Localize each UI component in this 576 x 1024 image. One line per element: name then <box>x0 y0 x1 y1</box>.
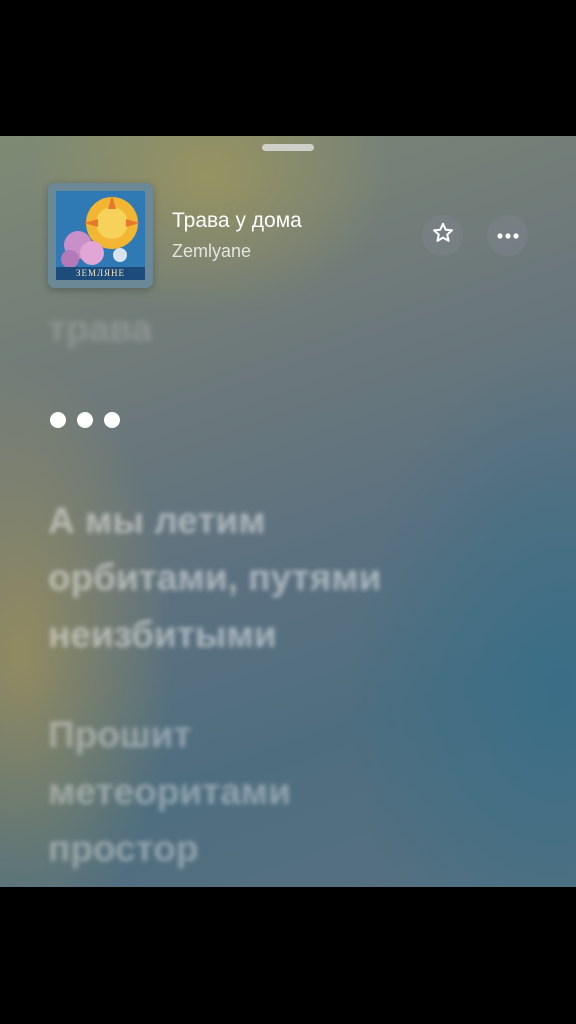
three-dots-indicator <box>50 412 120 428</box>
interlude-dot <box>77 412 93 428</box>
lyric-previous-line[interactable]: трава <box>48 300 152 357</box>
top-black-bar <box>0 0 576 136</box>
lyric-line[interactable]: Прошит метеоритами простор <box>48 706 291 877</box>
album-artwork[interactable]: ЗЕМЛЯНЕ <box>48 183 153 288</box>
track-title[interactable]: Трава у дома <box>172 209 302 233</box>
track-artist[interactable]: Zemlyane <box>172 241 251 262</box>
lyric-text: простор <box>48 828 199 869</box>
favorite-button[interactable] <box>422 215 463 256</box>
now-playing-lyrics-sheet: ЗЕМЛЯНЕ Трава у дома Zemlyane трава А мы… <box>0 136 576 887</box>
lyric-text: орбитами, путями <box>48 557 382 598</box>
now-playing-header: ЗЕМЛЯНЕ Трава у дома Zemlyane <box>0 136 576 296</box>
interlude-dot <box>104 412 120 428</box>
star-outline-icon <box>431 221 455 250</box>
lyric-text: метеоритами <box>48 771 291 812</box>
lyric-text: неизбитыми <box>48 614 277 655</box>
lyric-text: Прошит <box>48 714 192 755</box>
interlude-dot <box>50 412 66 428</box>
ellipsis-icon <box>496 227 520 245</box>
lyric-line[interactable]: А мы летим орбитами, путями неизбитыми <box>48 492 381 663</box>
album-artwork-caption: ЗЕМЛЯНЕ <box>75 268 126 278</box>
bottom-black-bar <box>0 887 576 1024</box>
more-options-button[interactable] <box>487 215 528 256</box>
lyric-text: А мы летим <box>48 500 266 541</box>
